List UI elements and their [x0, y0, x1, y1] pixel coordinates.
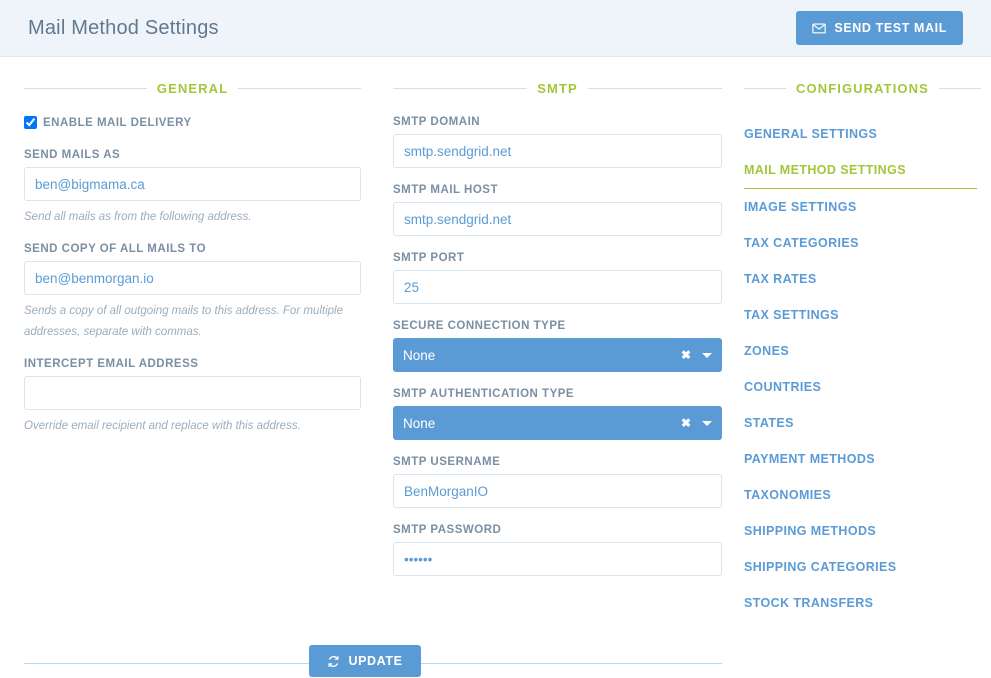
smtp-domain-label: SMTP DOMAIN [393, 116, 481, 128]
smtp-authentication-type-select[interactable]: None ✖ [393, 406, 722, 440]
smtp-password-input[interactable] [393, 542, 722, 576]
page-header: Mail Method Settings SEND TEST MAIL [0, 0, 991, 57]
secure-connection-type-select[interactable]: None ✖ [393, 338, 722, 372]
intercept-email-input[interactable] [24, 376, 361, 411]
smtp-authentication-type-value: None [403, 415, 436, 431]
send-test-mail-label: SEND TEST MAIL [834, 21, 947, 35]
smtp-password-field: SMTP PASSWORD [393, 524, 722, 576]
configurations-column: CONFIGURATIONS GENERAL SETTINGS MAIL MET… [730, 57, 991, 678]
close-icon[interactable]: ✖ [672, 349, 700, 361]
sidebar-item-tax-settings[interactable]: TAX SETTINGS [744, 297, 977, 333]
send-mails-as-field: SEND MAILS AS Send all mails as from the… [24, 149, 361, 227]
send-copy-label: SEND COPY OF ALL MAILS TO [24, 243, 207, 256]
smtp-domain-input[interactable] [393, 134, 722, 168]
close-icon[interactable]: ✖ [672, 417, 700, 429]
enable-mail-delivery-checkbox[interactable] [24, 116, 37, 129]
smtp-password-label: SMTP PASSWORD [393, 524, 502, 536]
chevron-down-icon[interactable] [702, 420, 712, 426]
sidebar-item-shipping-methods[interactable]: SHIPPING METHODS [744, 513, 977, 549]
configurations-list: GENERAL SETTINGS MAIL METHOD SETTINGS IM… [744, 116, 977, 621]
smtp-mail-host-label: SMTP MAIL HOST [393, 184, 498, 196]
general-column: GENERAL ENABLE MAIL DELIVERY SEND MAILS … [0, 57, 385, 678]
secure-connection-type-label: SECURE CONNECTION TYPE [393, 320, 566, 332]
general-section-heading: GENERAL [24, 81, 361, 96]
sidebar-item-taxonomies[interactable]: TAXONOMIES [744, 477, 977, 513]
send-mails-as-input[interactable] [24, 167, 361, 201]
sidebar-item-stock-transfers[interactable]: STOCK TRANSFERS [744, 585, 977, 621]
enable-mail-delivery-label[interactable]: ENABLE MAIL DELIVERY [43, 117, 192, 129]
smtp-authentication-type-field: SMTP AUTHENTICATION TYPE None ✖ [393, 388, 722, 440]
send-copy-input[interactable] [24, 261, 361, 296]
sidebar-item-shipping-categories[interactable]: SHIPPING CATEGORIES [744, 549, 977, 585]
smtp-port-input[interactable] [393, 270, 722, 304]
sidebar-item-image-settings[interactable]: IMAGE SETTINGS [744, 189, 977, 225]
sidebar-item-mail-method-settings[interactable]: MAIL METHOD SETTINGS [744, 152, 977, 189]
envelope-icon [812, 21, 827, 35]
send-mails-as-hint: Send all mails as from the following add… [24, 211, 252, 223]
intercept-email-field: INTERCEPT EMAIL ADDRESS Override email r… [24, 358, 361, 436]
sidebar-item-payment-methods[interactable]: PAYMENT METHODS [744, 441, 977, 477]
smtp-authentication-type-label: SMTP AUTHENTICATION TYPE [393, 388, 575, 400]
smtp-mail-host-input[interactable] [393, 202, 722, 236]
update-button[interactable]: UPDATE [309, 645, 421, 677]
page-title: Mail Method Settings [28, 16, 219, 39]
form-footer: UPDATE [0, 645, 730, 677]
smtp-section-title: SMTP [537, 81, 578, 96]
sidebar-item-general-settings[interactable]: GENERAL SETTINGS [744, 116, 977, 152]
smtp-mail-host-field: SMTP MAIL HOST [393, 184, 722, 236]
sidebar-item-tax-categories[interactable]: TAX CATEGORIES [744, 225, 977, 261]
content-area: GENERAL ENABLE MAIL DELIVERY SEND MAILS … [0, 57, 991, 678]
update-label: UPDATE [348, 654, 403, 668]
enable-mail-delivery-row[interactable]: ENABLE MAIL DELIVERY [24, 116, 361, 129]
general-section-title: GENERAL [156, 81, 229, 96]
smtp-column: SMTP SMTP DOMAIN SMTP MAIL HOST SMTP POR… [385, 57, 730, 678]
page-root: Mail Method Settings SEND TEST MAIL GENE… [0, 0, 991, 678]
smtp-port-field: SMTP PORT [393, 252, 722, 304]
send-mails-as-label: SEND MAILS AS [24, 149, 121, 161]
smtp-port-label: SMTP PORT [393, 252, 465, 264]
smtp-username-input[interactable] [393, 474, 722, 508]
smtp-username-label: SMTP USERNAME [393, 456, 501, 468]
send-test-mail-button[interactable]: SEND TEST MAIL [796, 11, 963, 45]
sidebar-item-states[interactable]: STATES [744, 405, 977, 441]
header-actions: SEND TEST MAIL [796, 11, 963, 45]
sidebar-item-zones[interactable]: ZONES [744, 333, 977, 369]
secure-connection-type-value: None [403, 347, 436, 363]
smtp-domain-field: SMTP DOMAIN [393, 116, 722, 168]
chevron-down-icon[interactable] [702, 352, 712, 358]
smtp-section-heading: SMTP [393, 81, 722, 96]
refresh-icon [327, 655, 340, 668]
sidebar-item-countries[interactable]: COUNTRIES [744, 369, 977, 405]
sidebar-item-tax-rates[interactable]: TAX RATES [744, 261, 977, 297]
smtp-username-field: SMTP USERNAME [393, 456, 722, 508]
intercept-email-hint: Override email recipient and replace wit… [24, 420, 301, 433]
configurations-section-heading: CONFIGURATIONS [744, 81, 977, 96]
send-copy-field: SEND COPY OF ALL MAILS TO Sends a copy o… [24, 243, 361, 342]
send-copy-hint: Sends a copy of all outgoing mails to th… [24, 305, 343, 338]
configurations-section-title: CONFIGURATIONS [796, 81, 929, 96]
secure-connection-type-field: SECURE CONNECTION TYPE None ✖ [393, 320, 722, 372]
intercept-email-label: INTERCEPT EMAIL ADDRESS [24, 358, 199, 371]
